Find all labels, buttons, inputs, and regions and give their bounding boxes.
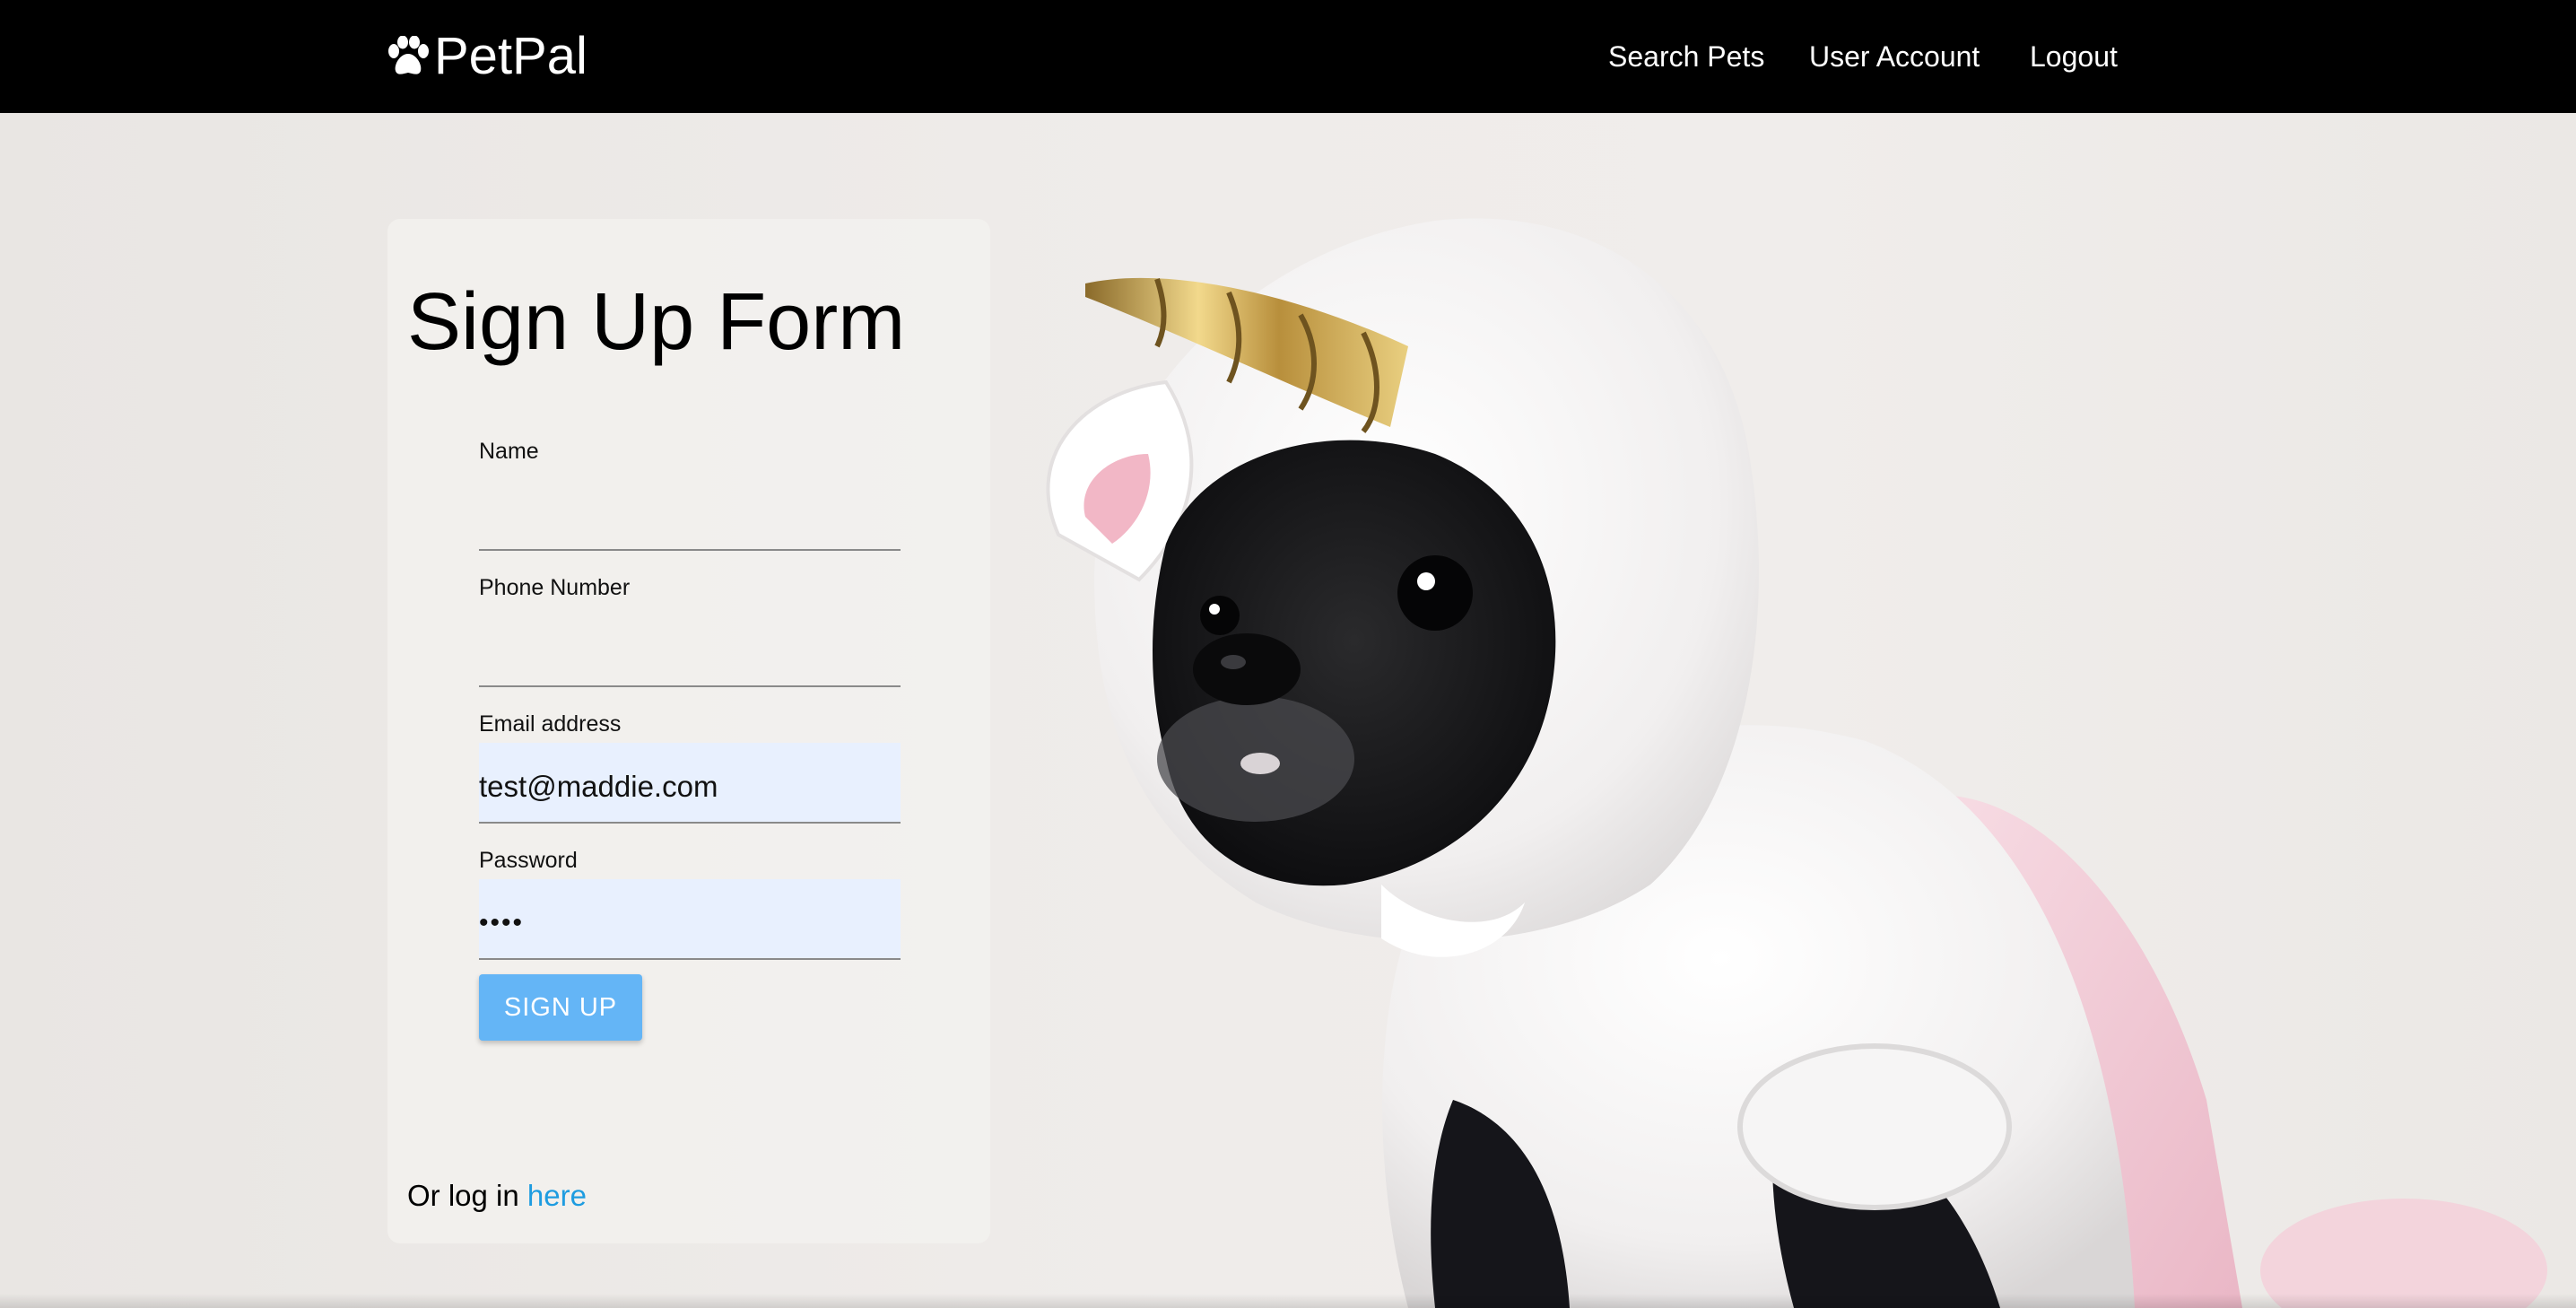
signup-card: Sign Up Form Name Phone Number Email add…: [387, 219, 990, 1243]
brand-logo-link[interactable]: PetPal: [386, 25, 587, 88]
login-here-link[interactable]: here: [527, 1179, 587, 1212]
paw-icon: [388, 36, 429, 74]
nav-search-pets-link[interactable]: Search Pets: [1608, 36, 1764, 77]
nav-user-account-link[interactable]: User Account: [1809, 36, 1980, 77]
form-title: Sign Up Form: [407, 277, 906, 367]
email-input[interactable]: [479, 743, 901, 824]
phone-label: Phone Number: [479, 575, 631, 600]
nav-logout-link[interactable]: Logout: [2030, 36, 2118, 77]
unicorn-dog-photo: [1046, 218, 2547, 1308]
hero-bottom-shadow: [0, 1294, 2576, 1308]
login-prompt-text: Or log in: [407, 1179, 527, 1212]
name-label: Name: [479, 439, 539, 464]
phone-input[interactable]: [479, 606, 901, 687]
brand-name: PetPal: [434, 27, 587, 85]
hero-background: [0, 113, 2576, 1308]
top-navbar: PetPal Search Pets User Account Logout: [0, 0, 2576, 113]
email-label: Email address: [479, 711, 622, 737]
password-label: Password: [479, 848, 578, 873]
password-input[interactable]: [479, 879, 901, 960]
login-prompt: Or log in here: [407, 1175, 587, 1216]
name-input[interactable]: [479, 470, 901, 551]
sign-up-button[interactable]: SIGN UP: [479, 974, 642, 1041]
